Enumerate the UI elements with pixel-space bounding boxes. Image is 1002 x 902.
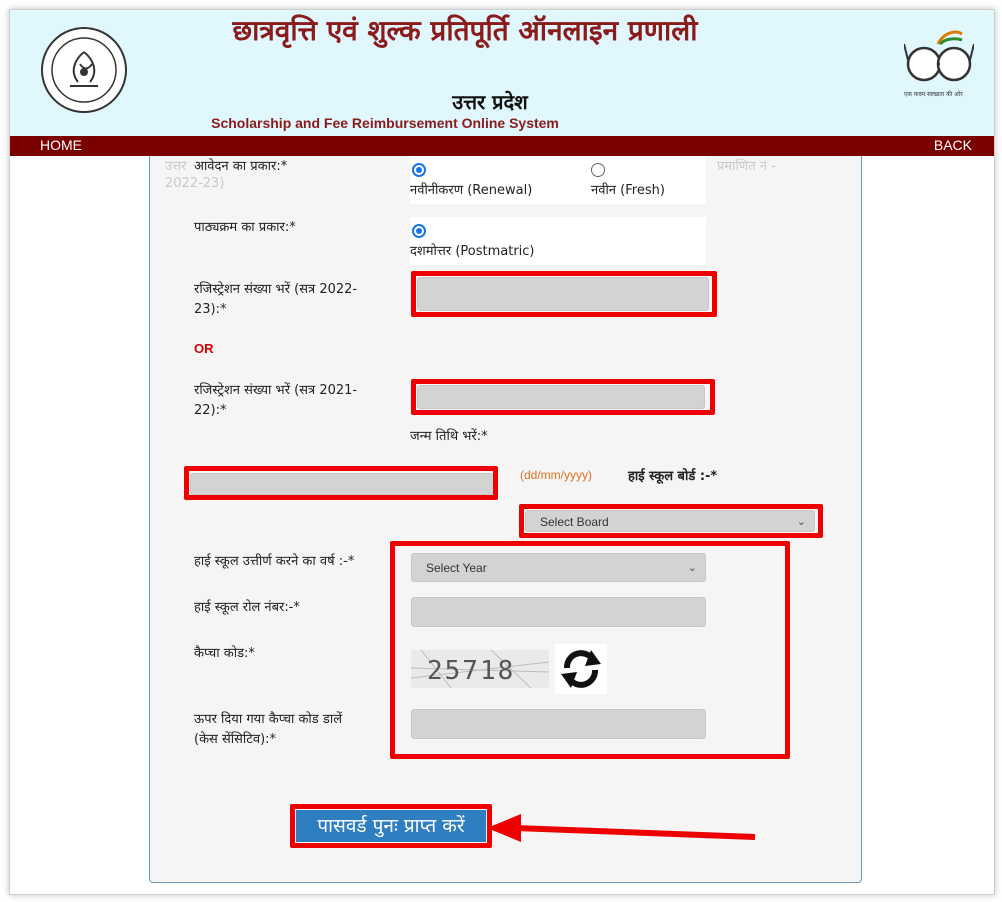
- ghost-text-right: प्रमाणित नं -: [717, 159, 776, 174]
- captcha-input-label-line2: (केस सेंसिटिव):*: [194, 732, 277, 747]
- back-link[interactable]: BACK: [934, 137, 972, 153]
- postmatric-radio[interactable]: [412, 224, 426, 238]
- or-separator: OR: [194, 341, 214, 356]
- registration-2021-label-line2: 22):*: [194, 403, 227, 418]
- up-government-emblem-icon: [41, 27, 127, 113]
- captcha-label: कैप्चा कोड:*: [194, 646, 255, 661]
- portal-title-english: Scholarship and Fee Reimbursement Online…: [211, 115, 559, 131]
- highlight-submit: [290, 804, 492, 848]
- fresh-radio[interactable]: [591, 163, 605, 177]
- swachh-bharat-logo-icon: एक कदम स्वच्छता की ओर: [904, 30, 974, 98]
- hs-year-label: हाई स्कूल उत्तीर्ण करने का वर्ष :-*: [194, 554, 355, 569]
- home-link[interactable]: HOME: [40, 137, 82, 153]
- highlight-board: [519, 504, 823, 538]
- highlight-registration-2021: [411, 379, 715, 415]
- captcha-input-label-line1: ऊपर दिया गया कैप्चा कोड डालें: [194, 712, 343, 727]
- browser-frame: छात्रवृत्ति एवं शुल्क प्रतिपूर्ति ऑनलाइन…: [9, 9, 995, 895]
- registration-2021-label-line1: रजिस्ट्रेशन संख्या भरें (सत्र 2021-: [194, 383, 358, 398]
- fresh-option-label: नवीन (Fresh): [591, 183, 665, 198]
- pointer-arrow-icon: [487, 814, 755, 842]
- swachh-tagline-text: एक कदम स्वच्छता की ओर: [904, 90, 963, 98]
- site-header: छात्रवृत्ति एवं शुल्क प्रतिपूर्ति ऑनलाइन…: [10, 10, 994, 136]
- registration-2022-label-line1: रजिस्ट्रेशन संख्या भरें (सत्र 2022-: [194, 282, 358, 297]
- dob-label: जन्म तिथि भरें:*: [410, 429, 488, 444]
- highlight-dob: [184, 466, 498, 500]
- application-type-label: आवेदन का प्रकार:*: [194, 159, 288, 174]
- state-name-hindi: उत्तर प्रदेश: [452, 90, 528, 114]
- postmatric-option-label: दशमोत्तर (Postmatric): [410, 244, 535, 259]
- course-type-label: पाठ्यक्रम का प्रकार:*: [194, 220, 296, 235]
- board-label: हाई स्कूल बोर्ड :-*: [628, 469, 718, 484]
- highlight-registration-2022: [411, 271, 717, 317]
- renewal-option-label: नवीनीकरण (Renewal): [410, 183, 533, 198]
- top-nav-bar: HOME BACK: [10, 136, 994, 156]
- registration-2022-label-line2: 23):*: [194, 302, 227, 317]
- portal-title-hindi: छात्रवृत्ति एवं शुल्क प्रतिपूर्ति ऑनलाइन…: [232, 14, 698, 47]
- dob-format-hint: (dd/mm/yyyy): [520, 468, 592, 482]
- renewal-radio[interactable]: [412, 163, 426, 177]
- highlight-hs-details-group: [390, 541, 790, 759]
- hs-roll-label: हाई स्कूल रोल नंबर:-*: [194, 600, 300, 615]
